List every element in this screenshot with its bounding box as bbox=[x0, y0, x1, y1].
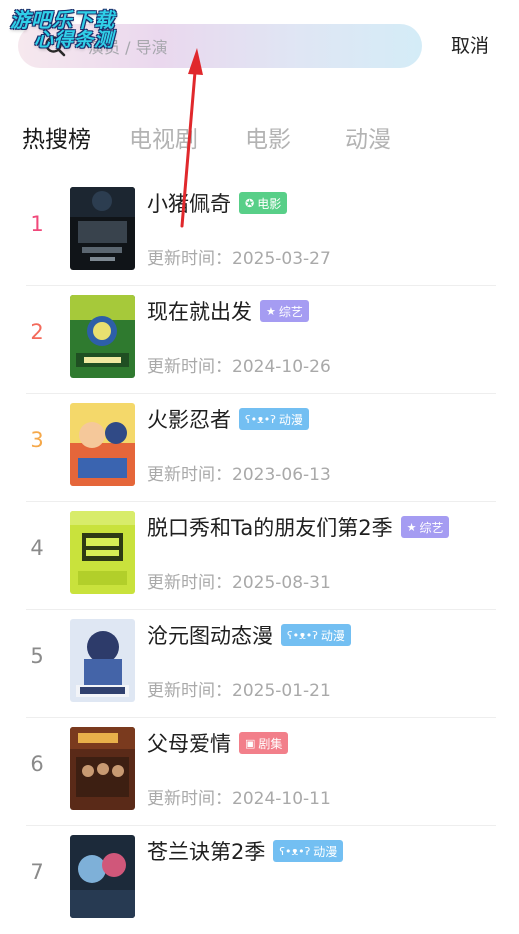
item-title: 父母爱情 bbox=[147, 732, 231, 756]
list-item[interactable]: 2 现在就出发 ★ 综艺 更新时间：2024-10-26 bbox=[26, 286, 496, 394]
bear-icon: ʕ•ᴥ•ʔ bbox=[279, 844, 311, 858]
search-input[interactable] bbox=[86, 32, 410, 62]
item-title: 沧元图动态漫 bbox=[147, 624, 273, 648]
rank-number: 6 bbox=[30, 752, 44, 776]
tab-movies[interactable]: 电影 bbox=[245, 118, 291, 162]
update-date: 2024-10-26 bbox=[232, 357, 331, 377]
type-badge: ★ 综艺 bbox=[260, 300, 309, 322]
bear-icon: ʕ•ᴥ•ʔ bbox=[287, 628, 318, 642]
hot-search-list: 1 小猪佩奇 ✪ 电影 更新时间：2025-03-27 2 现在就出发 ★ 综艺… bbox=[0, 178, 519, 934]
badge-label: 综艺 bbox=[278, 304, 303, 319]
watermark-line-1: 游吧乐下载 bbox=[10, 8, 115, 32]
badge-label: 动漫 bbox=[278, 412, 303, 427]
type-badge: ✪ 电影 bbox=[239, 192, 288, 214]
update-time-label: 更新时间： bbox=[147, 789, 232, 809]
type-badge: ▣ 剧集 bbox=[239, 732, 289, 754]
poster-image bbox=[70, 835, 135, 918]
list-item[interactable]: 7 苍兰诀第2季 ʕ•ᴥ•ʔ 动漫 bbox=[26, 826, 496, 934]
poster-image bbox=[70, 403, 135, 486]
list-item[interactable]: 6 父母爱情 ▣ 剧集 更新时间：2024-10-11 bbox=[26, 718, 496, 826]
star-icon: ★ bbox=[406, 520, 417, 534]
bear-icon: ʕ•ᴥ•ʔ bbox=[245, 412, 276, 426]
badge-label: 动漫 bbox=[313, 844, 338, 859]
rank-number: 3 bbox=[30, 428, 44, 452]
update-time: 更新时间：2025-01-21 bbox=[147, 676, 331, 701]
category-tabs: 热搜榜 电视剧 电影 动漫 bbox=[0, 118, 519, 166]
update-date: 2025-08-31 bbox=[232, 573, 331, 593]
tab-tv-series[interactable]: 电视剧 bbox=[129, 118, 198, 162]
rank-number: 4 bbox=[30, 536, 44, 560]
item-title: 脱口秀和Ta的朋友们第2季 bbox=[147, 516, 393, 540]
rank-number: 2 bbox=[30, 320, 44, 344]
update-time-label: 更新时间： bbox=[147, 465, 232, 485]
poster-image bbox=[70, 727, 135, 810]
tab-hot-search[interactable]: 热搜榜 bbox=[22, 118, 91, 162]
cancel-button[interactable]: 取消 bbox=[440, 28, 500, 64]
update-date: 2023-06-13 bbox=[232, 465, 331, 485]
update-date: 2025-01-21 bbox=[232, 681, 331, 701]
poster-image bbox=[70, 295, 135, 378]
list-item[interactable]: 4 脱口秀和Ta的朋友们第2季 ★ 综艺 更新时间：2025-08-31 bbox=[26, 502, 496, 610]
poster-image bbox=[70, 511, 135, 594]
item-title: 小猪佩奇 bbox=[147, 192, 231, 216]
film-reel-icon: ✪ bbox=[245, 196, 255, 210]
update-time: 更新时间：2023-06-13 bbox=[147, 460, 331, 485]
update-time: 更新时间：2024-10-11 bbox=[147, 784, 331, 809]
update-time-label: 更新时间： bbox=[147, 249, 232, 269]
type-badge: ʕ•ᴥ•ʔ 动漫 bbox=[281, 624, 351, 646]
badge-label: 电影 bbox=[257, 196, 282, 211]
watermark-logo: 游吧乐下载 心得条测 bbox=[10, 10, 115, 51]
rank-number: 7 bbox=[30, 860, 44, 884]
tv-icon: ▣ bbox=[245, 736, 256, 750]
item-title: 现在就出发 bbox=[147, 300, 252, 324]
list-item[interactable]: 1 小猪佩奇 ✪ 电影 更新时间：2025-03-27 bbox=[26, 178, 496, 286]
type-badge: ʕ•ᴥ•ʔ 动漫 bbox=[273, 840, 344, 862]
list-item[interactable]: 5 沧元图动态漫 ʕ•ᴥ•ʔ 动漫 更新时间：2025-01-21 bbox=[26, 610, 496, 718]
tab-anime[interactable]: 动漫 bbox=[345, 118, 391, 162]
item-title: 火影忍者 bbox=[147, 408, 231, 432]
update-time: 更新时间：2025-08-31 bbox=[147, 568, 331, 593]
update-time: 更新时间：2025-03-27 bbox=[147, 244, 331, 269]
badge-label: 动漫 bbox=[320, 628, 345, 643]
badge-label: 剧集 bbox=[258, 736, 283, 751]
update-date: 2024-10-11 bbox=[232, 789, 331, 809]
star-icon: ★ bbox=[266, 304, 276, 318]
update-time-label: 更新时间： bbox=[147, 681, 232, 701]
type-badge: ʕ•ᴥ•ʔ 动漫 bbox=[239, 408, 309, 430]
badge-label: 综艺 bbox=[419, 520, 444, 535]
update-date: 2025-03-27 bbox=[232, 249, 331, 269]
poster-image bbox=[70, 187, 135, 270]
update-time-label: 更新时间： bbox=[147, 357, 232, 377]
list-item[interactable]: 3 火影忍者 ʕ•ᴥ•ʔ 动漫 更新时间：2023-06-13 bbox=[26, 394, 496, 502]
update-time: 更新时间：2024-10-26 bbox=[147, 352, 331, 377]
item-title: 苍兰诀第2季 bbox=[147, 840, 266, 864]
rank-number: 1 bbox=[30, 212, 44, 236]
watermark-line-2: 心得条测 bbox=[34, 29, 115, 51]
update-time-label: 更新时间： bbox=[147, 573, 232, 593]
type-badge: ★ 综艺 bbox=[400, 516, 450, 538]
rank-number: 5 bbox=[30, 644, 44, 668]
poster-image bbox=[70, 619, 135, 702]
